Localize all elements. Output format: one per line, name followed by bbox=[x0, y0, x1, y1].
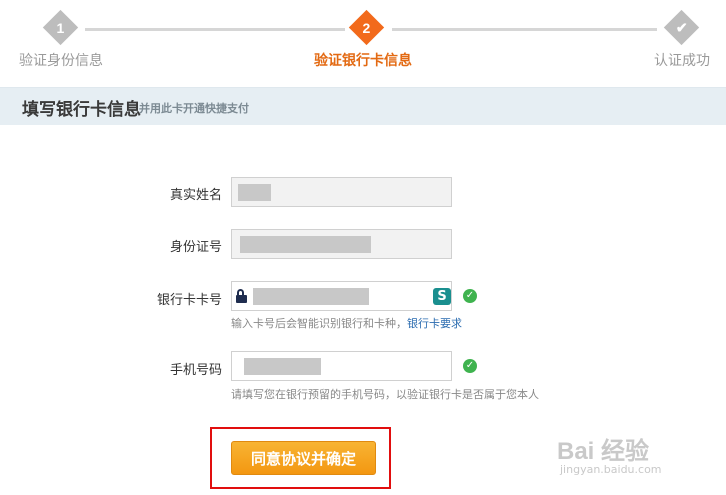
agree-confirm-button[interactable]: 同意协议并确定 bbox=[231, 441, 376, 475]
card-number-input[interactable]: S bbox=[231, 281, 452, 311]
bank-logo-icon: S bbox=[433, 288, 451, 305]
step-2-label: 验证银行卡信息 bbox=[314, 53, 412, 69]
baidu-jingyan-watermark: Bai 经验 jingyan.baidu.com bbox=[557, 431, 662, 476]
valid-check-icon: ✓ bbox=[463, 359, 477, 373]
check-icon: ✔ bbox=[675, 18, 688, 35]
step-connector bbox=[392, 28, 657, 31]
step-connector bbox=[85, 28, 345, 31]
valid-check-icon: ✓ bbox=[463, 289, 477, 303]
watermark-main: Bai 经验 bbox=[557, 438, 650, 465]
step-3-marker: ✔ bbox=[663, 9, 700, 46]
section-header: 填写银行卡信息 并用此卡开通快捷支付 bbox=[0, 87, 726, 125]
name-label: 真实姓名 bbox=[169, 188, 222, 203]
phone-label: 手机号码 bbox=[169, 363, 222, 378]
phone-input[interactable] bbox=[231, 351, 452, 381]
redacted-value bbox=[244, 358, 321, 375]
step-3-label: 认证成功 bbox=[654, 53, 710, 69]
step-1-marker: 1 bbox=[42, 9, 79, 46]
redacted-value bbox=[238, 184, 271, 201]
id-number-field[interactable] bbox=[231, 229, 452, 259]
lock-icon bbox=[236, 289, 247, 303]
section-subtitle: 并用此卡开通快捷支付 bbox=[139, 102, 249, 115]
card-label: 银行卡卡号 bbox=[156, 293, 222, 308]
watermark-sub: jingyan.baidu.com bbox=[560, 463, 662, 476]
card-requirements-link[interactable]: 银行卡要求 bbox=[407, 317, 462, 330]
progress-stepper: 1 2 ✔ 验证身份信息 验证银行卡信息 认证成功 bbox=[0, 0, 726, 86]
redacted-value bbox=[253, 288, 369, 305]
redacted-value bbox=[240, 236, 371, 253]
card-hint: 输入卡号后会智能识别银行和卡种，银行卡要求 bbox=[231, 315, 462, 331]
step-1-label: 验证身份信息 bbox=[19, 53, 103, 69]
name-field[interactable] bbox=[231, 177, 452, 207]
section-title: 填写银行卡信息 bbox=[22, 100, 141, 120]
card-hint-text: 输入卡号后会智能识别银行和卡种， bbox=[231, 317, 407, 330]
phone-hint: 请填写您在银行预留的手机号码，以验证银行卡是否属于您本人 bbox=[231, 388, 539, 401]
step-2-marker: 2 bbox=[348, 9, 385, 46]
id-label: 身份证号 bbox=[169, 240, 222, 255]
